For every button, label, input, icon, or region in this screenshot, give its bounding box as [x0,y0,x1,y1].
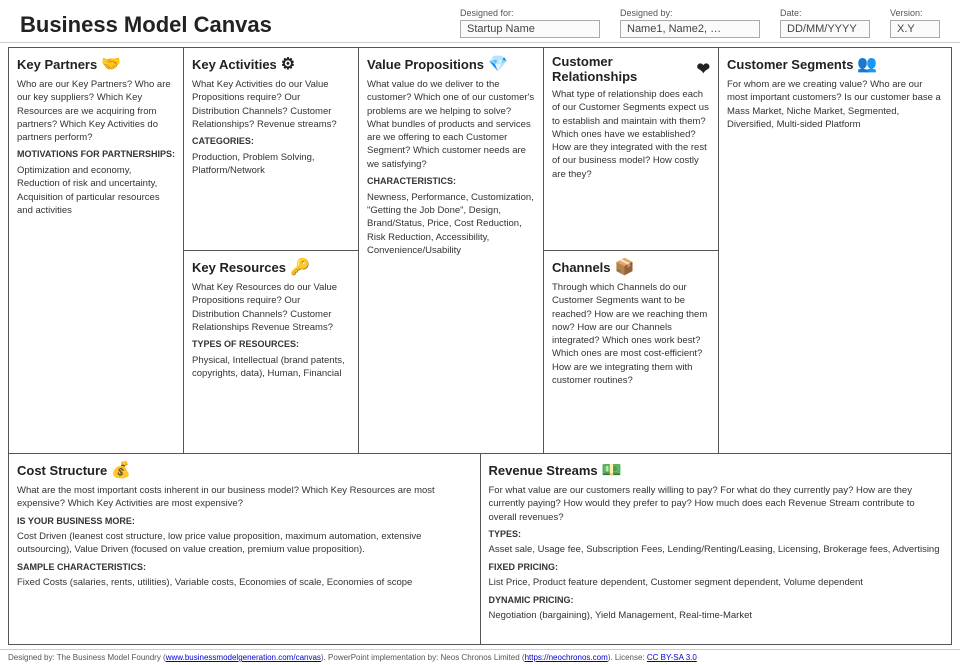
key-resources-text: What Key Resources do our Value Proposit… [192,281,350,380]
customer-relationships-label: Customer Relationships [552,54,693,84]
channels-title: Channels 📦 [552,257,710,277]
channels-text: Through which Channels do our Customer S… [552,281,710,387]
value-propositions-label1: CHARACTERISTICS: [367,175,535,188]
cost-structure-text3: Fixed Costs (salaries, rents, utilities)… [17,576,472,589]
revenue-streams-label3: DYNAMIC PRICING: [489,594,944,607]
channels-text1: Through which Channels do our Customer S… [552,281,710,387]
value-propositions-title: Value Propositions 💎 [367,54,535,74]
cost-structure-label2: SAMPLE CHARACTERISTICS: [17,561,472,574]
top-section: Key Partners 🤝 Who are our Key Partners?… [9,48,951,454]
page: Business Model Canvas Designed for: Desi… [0,0,960,665]
customer-relationships-text1: What type of relationship does each of o… [552,88,710,181]
designed-for-field: Designed for: [460,8,600,38]
customer-segments-title: Customer Segments 👥 [727,54,943,74]
revenue-streams-label1: TYPES: [489,528,944,541]
customer-relationships-text: What type of relationship does each of o… [552,88,710,181]
key-partners-title: Key Partners 🤝 [17,54,175,74]
customer-segments-text: For whom are we creating value? Who are … [727,78,943,134]
designed-for-input[interactable] [460,20,600,38]
cost-structure-title: Cost Structure 💰 [17,460,472,480]
customer-segments-text1: For whom are we creating value? Who are … [727,78,943,131]
footer: Designed by: The Business Model Foundry … [0,649,960,665]
revenue-streams-label2: FIXED PRICING: [489,561,944,574]
version-input[interactable] [890,20,940,38]
key-partners-label: Key Partners [17,57,97,72]
key-activities-text: What Key Activities do our Value Proposi… [192,78,350,177]
revenue-streams-text2: Asset sale, Usage fee, Subscription Fees… [489,543,944,556]
key-activities-text1: What Key Activities do our Value Proposi… [192,78,350,131]
page-title: Business Model Canvas [20,12,272,38]
footer-license-link[interactable]: CC BY-SA 3.0 [647,653,697,662]
revenue-streams-label: Revenue Streams [489,463,598,478]
revenue-streams-text3: List Price, Product feature dependent, C… [489,576,944,589]
value-propositions-icon: 💎 [488,54,508,74]
key-activities-icon: ⚙ [281,54,295,74]
key-partners-label1: MOTIVATIONS FOR PARTNERSHIPS: [17,148,175,161]
header: Business Model Canvas Designed for: Desi… [0,0,960,43]
key-resources-icon: 🔑 [290,257,310,277]
revenue-streams-icon: 💵 [602,460,622,480]
cost-structure-label1: IS YOUR BUSINESS MORE: [17,515,472,528]
key-activities-text2: Production, Problem Solving, Platform/Ne… [192,151,350,178]
revenue-streams-text: For what value are our customers really … [489,484,944,626]
designed-by-input[interactable] [620,20,760,38]
designed-by-label: Designed by: [620,8,760,18]
date-input[interactable] [780,20,870,38]
cr-channels-column: Customer Relationships ❤ What type of re… [544,48,719,453]
channels-icon: 📦 [615,257,635,277]
date-label: Date: [780,8,870,18]
customer-relationships-icon: ❤ [697,59,710,79]
value-propositions-text2: Newness, Performance, Customization, "Ge… [367,191,535,257]
key-activities-cell: Key Activities ⚙ What Key Activities do … [184,48,358,251]
value-propositions-text: What value do we deliver to the customer… [367,78,535,260]
key-activities-label: Key Activities [192,57,277,72]
designed-by-field: Designed by: [620,8,760,38]
header-fields: Designed for: Designed by: Date: Version… [460,8,940,38]
value-propositions-cell: Value Propositions 💎 What value do we de… [359,48,544,453]
key-partners-text: Who are our Key Partners? Who are our ke… [17,78,175,220]
key-partners-cell: Key Partners 🤝 Who are our Key Partners?… [9,48,184,453]
activities-resources-column: Key Activities ⚙ What Key Activities do … [184,48,359,453]
key-resources-title: Key Resources 🔑 [192,257,350,277]
cost-structure-text2: Cost Driven (leanest cost structure, low… [17,530,472,557]
value-propositions-label: Value Propositions [367,57,484,72]
customer-segments-icon: 👥 [857,54,877,74]
value-propositions-text1: What value do we deliver to the customer… [367,78,535,171]
version-field: Version: [890,8,940,38]
customer-segments-label: Customer Segments [727,57,853,72]
key-resources-label: Key Resources [192,260,286,275]
footer-link2[interactable]: https://neochronos.com [525,653,608,662]
business-model-canvas: Key Partners 🤝 Who are our Key Partners?… [8,47,952,645]
channels-cell: Channels 📦 Through which Channels do our… [544,251,718,453]
key-partners-icon: 🤝 [101,54,121,74]
date-field: Date: [780,8,870,38]
key-partners-text1: Who are our Key Partners? Who are our ke… [17,78,175,144]
cost-structure-icon: 💰 [111,460,131,480]
customer-segments-cell: Customer Segments 👥 For whom are we crea… [719,48,951,453]
version-label: Version: [890,8,940,18]
revenue-streams-title: Revenue Streams 💵 [489,460,944,480]
customer-relationships-title: Customer Relationships ❤ [552,54,710,84]
key-activities-title: Key Activities ⚙ [192,54,350,74]
key-resources-text1: What Key Resources do our Value Proposit… [192,281,350,334]
designed-for-label: Designed for: [460,8,600,18]
footer-text: Designed by: The Business Model Foundry … [8,653,697,662]
key-resources-cell: Key Resources 🔑 What Key Resources do ou… [184,251,358,453]
revenue-streams-text4: Negotiation (bargaining), Yield Manageme… [489,609,944,622]
key-resources-label1: TYPES OF RESOURCES: [192,338,350,351]
channels-label: Channels [552,260,611,275]
cost-structure-cell: Cost Structure 💰 What are the most impor… [9,454,481,644]
bottom-section: Cost Structure 💰 What are the most impor… [9,454,951,644]
revenue-streams-cell: Revenue Streams 💵 For what value are our… [481,454,952,644]
footer-link1[interactable]: www.businessmodelgeneration.com/canvas [166,653,321,662]
revenue-streams-text1: For what value are our customers really … [489,484,944,524]
cost-structure-text: What are the most important costs inhere… [17,484,472,593]
customer-relationships-cell: Customer Relationships ❤ What type of re… [544,48,718,251]
cost-structure-text1: What are the most important costs inhere… [17,484,472,511]
cost-structure-label: Cost Structure [17,463,107,478]
key-partners-text2: Optimization and economy, Reduction of r… [17,164,175,217]
key-activities-label1: CATEGORIES: [192,135,350,148]
key-resources-text2: Physical, Intellectual (brand patents, c… [192,354,350,381]
